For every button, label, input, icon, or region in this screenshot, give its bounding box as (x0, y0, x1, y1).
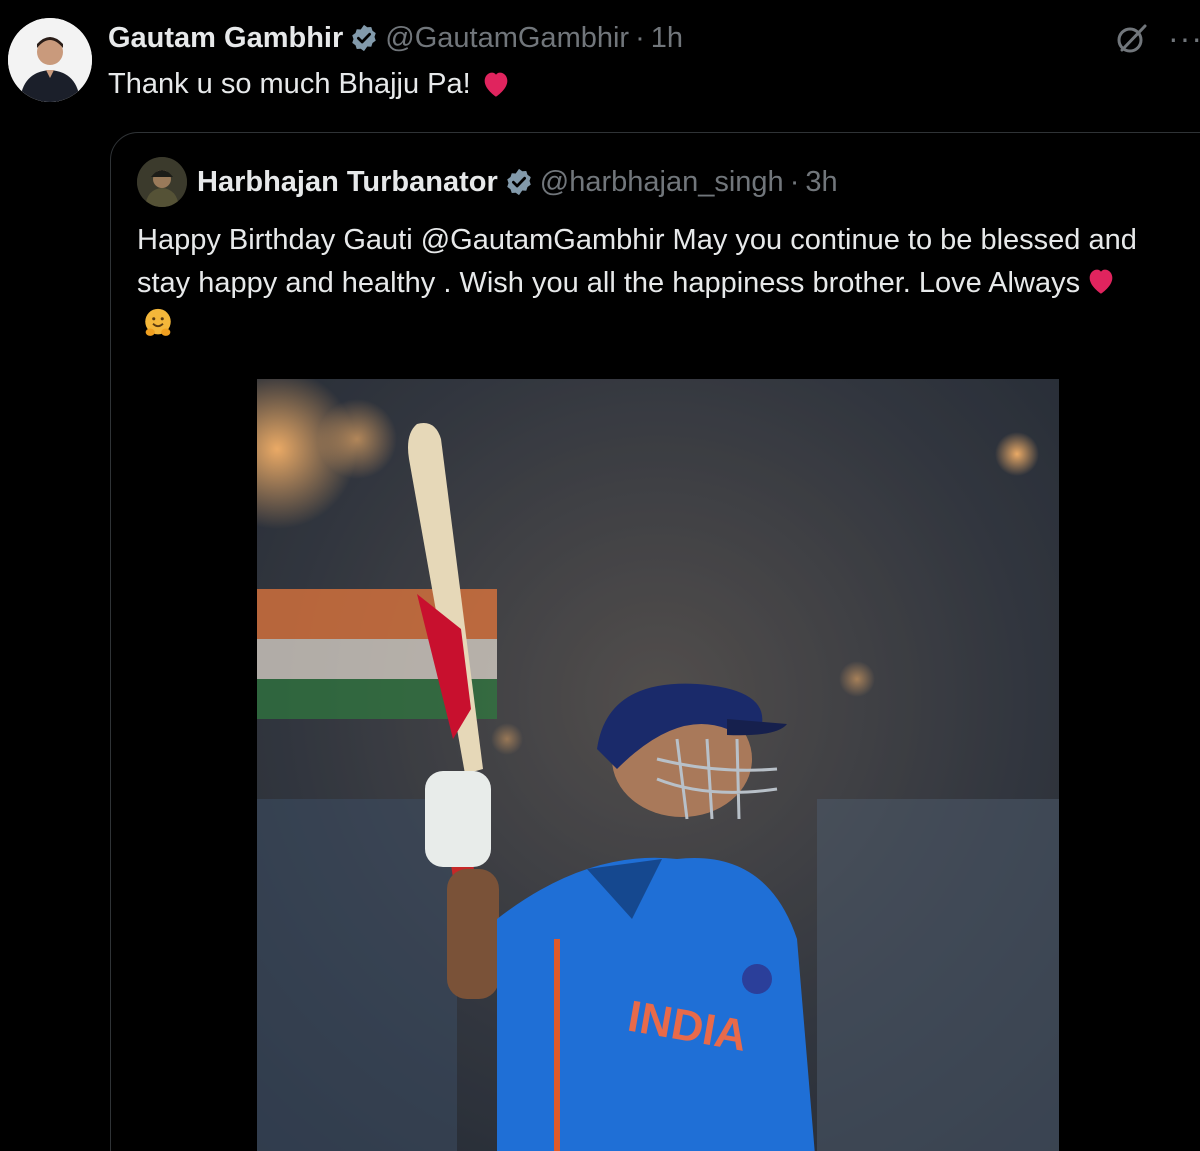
quoted-tweet-text-content: Happy Birthday Gauti @GautamGambhir May … (137, 224, 1137, 299)
more-options-icon[interactable]: ··· (1168, 28, 1200, 48)
author-handle[interactable]: @GautamGambhir (385, 22, 629, 55)
cricket-player-photo[interactable]: INDIA (257, 379, 1059, 1151)
hugging-face-icon (141, 306, 175, 340)
quoted-tweet-header: Harbhajan Turbanator @harbhajan_singh · … (137, 157, 838, 207)
verified-badge-icon[interactable] (504, 167, 534, 197)
quoted-author-handle[interactable]: @harbhajan_singh (540, 166, 784, 199)
separator-dot: · (635, 21, 645, 54)
quoted-tweet-time[interactable]: 3h (805, 166, 837, 199)
separator-dot: · (789, 165, 800, 198)
tweet-time[interactable]: 1h (651, 22, 683, 55)
red-heart-icon (479, 67, 513, 101)
grok-icon[interactable] (1114, 20, 1150, 56)
tweet-text-content: Thank u so much Bhajju Pa! (108, 68, 471, 100)
author-avatar[interactable] (8, 18, 92, 102)
tweet-actions-top: ··· (1114, 20, 1200, 56)
verified-badge-icon[interactable] (349, 23, 379, 53)
quoted-tweet-text: Happy Birthday Gauti @GautamGambhir May … (137, 219, 1137, 347)
quoted-tweet[interactable]: Harbhajan Turbanator @harbhajan_singh · … (110, 132, 1200, 1151)
tweet-header: Gautam Gambhir @GautamGambhir · 1h (108, 18, 683, 58)
tweet-text: Thank u so much Bhajju Pa! (108, 64, 513, 104)
red-heart-icon (1084, 264, 1118, 298)
quoted-author-name[interactable]: Harbhajan Turbanator (197, 166, 498, 199)
author-name[interactable]: Gautam Gambhir (108, 22, 343, 55)
quoted-author-avatar[interactable] (137, 157, 187, 207)
tweet[interactable]: Gautam Gambhir @GautamGambhir · 1h ··· T… (0, 0, 1200, 1151)
